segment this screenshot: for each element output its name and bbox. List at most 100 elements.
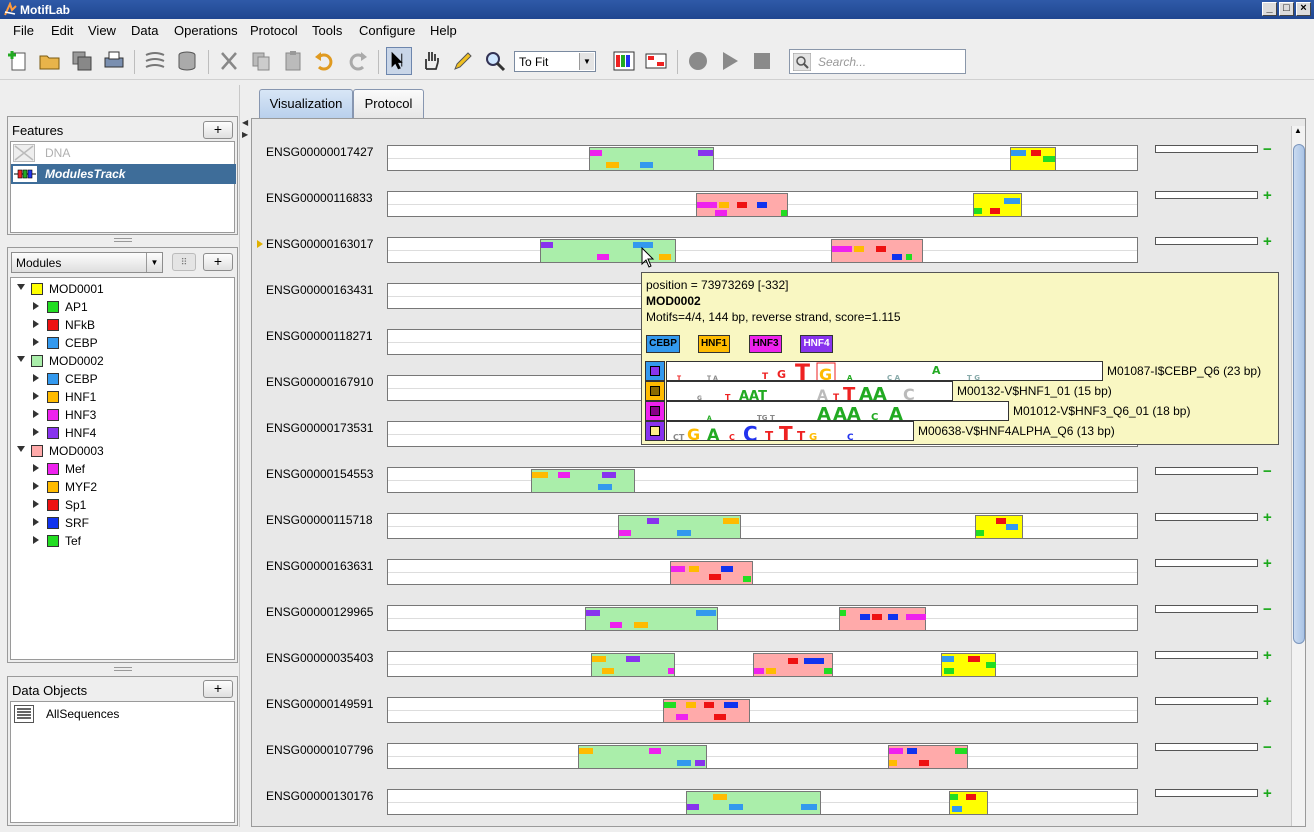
sequence-icon[interactable]	[143, 49, 167, 73]
strand-sign[interactable]: +	[1263, 648, 1272, 663]
tree-node-mef[interactable]: Mef	[33, 460, 223, 478]
collapsed-arrow-icon[interactable]	[33, 320, 39, 328]
expand-right-icon[interactable]: ▶	[242, 130, 248, 139]
sequence-name[interactable]: ENSG00000163017	[266, 237, 373, 251]
play-icon[interactable]	[718, 49, 742, 73]
open-folder-icon[interactable]	[38, 49, 62, 73]
menu-edit[interactable]: Edit	[51, 23, 73, 38]
collapsed-arrow-icon[interactable]	[33, 464, 39, 472]
maximize-button[interactable]: □	[1279, 2, 1294, 16]
stop-icon[interactable]	[750, 49, 774, 73]
zoom-select[interactable]: To Fit ▼	[514, 51, 596, 72]
module-region[interactable]	[753, 653, 833, 677]
module-region[interactable]	[591, 653, 675, 677]
sequence-track[interactable]	[387, 789, 1138, 815]
module-region[interactable]	[618, 515, 741, 539]
sequence-track[interactable]	[387, 605, 1138, 631]
close-button[interactable]: ×	[1296, 2, 1311, 16]
collapsed-arrow-icon[interactable]	[33, 392, 39, 400]
strand-sign[interactable]: +	[1263, 510, 1272, 525]
menu-data[interactable]: Data	[131, 23, 158, 38]
sequence-track[interactable]	[387, 467, 1138, 493]
tab-protocol[interactable]: Protocol	[353, 89, 424, 118]
feature-item-modulestrack[interactable]: ModulesTrack	[11, 164, 236, 184]
tree-node-cebp[interactable]: CEBP	[33, 370, 223, 388]
tree-node-mod0001[interactable]: MOD0001	[17, 280, 227, 298]
menu-protocol[interactable]: Protocol	[250, 23, 298, 38]
sequence-track[interactable]	[387, 743, 1138, 769]
menu-help[interactable]: Help	[430, 23, 457, 38]
track-score-bar[interactable]	[1155, 237, 1258, 245]
tree-view-toggle-icon[interactable]: ⠿	[172, 253, 196, 271]
track-score-bar[interactable]	[1155, 467, 1258, 475]
collapsed-arrow-icon[interactable]	[33, 428, 39, 436]
split-divider[interactable]	[239, 85, 243, 827]
track-score-bar[interactable]	[1155, 513, 1258, 521]
collapsed-arrow-icon[interactable]	[33, 374, 39, 382]
region-layout-icon[interactable]	[644, 49, 668, 73]
sequence-track[interactable]	[387, 697, 1138, 723]
print-icon[interactable]	[102, 49, 126, 73]
track-score-bar[interactable]	[1155, 651, 1258, 659]
collapse-left-icon[interactable]: ◀	[242, 118, 248, 127]
collapsed-arrow-icon[interactable]	[33, 500, 39, 508]
sequence-track[interactable]	[387, 513, 1138, 539]
sequence-name[interactable]: ENSG00000163431	[266, 283, 373, 297]
module-region[interactable]	[578, 745, 707, 769]
tree-node-nfkb[interactable]: NFkB	[33, 316, 223, 334]
strand-sign[interactable]: −	[1263, 142, 1272, 157]
collapsed-arrow-icon[interactable]	[33, 482, 39, 490]
collapsed-arrow-icon[interactable]	[33, 518, 39, 526]
module-region[interactable]	[589, 147, 714, 171]
menu-configure[interactable]: Configure	[359, 23, 415, 38]
module-region[interactable]	[839, 607, 926, 631]
module-region[interactable]	[663, 699, 750, 723]
chevron-down-icon[interactable]: ▼	[579, 53, 594, 70]
new-icon[interactable]	[6, 49, 30, 73]
track-score-bar[interactable]	[1155, 605, 1258, 613]
track-score-bar[interactable]	[1155, 743, 1258, 751]
save-all-icon[interactable]	[70, 49, 94, 73]
data-object-item[interactable]: AllSequences	[12, 704, 232, 724]
pan-hand-icon[interactable]	[419, 49, 443, 73]
strand-sign[interactable]: +	[1263, 786, 1272, 801]
track-score-bar[interactable]	[1155, 559, 1258, 567]
tree-node-mod0002[interactable]: MOD0002	[17, 352, 227, 370]
add-feature-button[interactable]: +	[203, 121, 233, 139]
module-region[interactable]	[686, 791, 821, 815]
tree-node-cebp[interactable]: CEBP	[33, 334, 223, 352]
expanded-arrow-icon[interactable]	[17, 446, 25, 452]
tree-node-srf[interactable]: SRF	[33, 514, 223, 532]
module-region[interactable]	[585, 607, 718, 631]
redo-icon[interactable]	[345, 49, 369, 73]
collapsed-arrow-icon[interactable]	[33, 302, 39, 310]
sequence-name[interactable]: ENSG00000163631	[266, 559, 373, 573]
sequence-name[interactable]: ENSG00000129965	[266, 605, 373, 619]
tree-node-hnf1[interactable]: HNF1	[33, 388, 223, 406]
sequence-name[interactable]: ENSG00000118271	[266, 329, 373, 343]
tab-visualization[interactable]: Visualization	[259, 89, 353, 118]
module-region[interactable]	[888, 745, 968, 769]
sequence-track[interactable]	[387, 651, 1138, 677]
expanded-arrow-icon[interactable]	[17, 356, 25, 362]
scrollbar-thumb[interactable]	[1293, 144, 1305, 644]
menu-operations[interactable]: Operations	[174, 23, 238, 38]
tree-node-hnf3[interactable]: HNF3	[33, 406, 223, 424]
track-score-bar[interactable]	[1155, 697, 1258, 705]
paste-icon[interactable]	[281, 49, 305, 73]
sequence-name[interactable]: ENSG00000149591	[266, 697, 373, 711]
track-score-bar[interactable]	[1155, 191, 1258, 199]
sequence-name[interactable]: ENSG00000035403	[266, 651, 373, 665]
collapsed-arrow-icon[interactable]	[33, 338, 39, 346]
draw-pencil-icon[interactable]	[451, 49, 475, 73]
tree-node-hnf4[interactable]: HNF4	[33, 424, 223, 442]
scroll-up-icon[interactable]: ▲	[1294, 126, 1302, 135]
tree-node-sp1[interactable]: Sp1	[33, 496, 223, 514]
sequence-name[interactable]: ENSG00000154553	[266, 467, 373, 481]
sequence-name[interactable]: ENSG00000130176	[266, 789, 373, 803]
module-region[interactable]	[941, 653, 996, 677]
strand-sign[interactable]: −	[1263, 740, 1272, 755]
sequence-name[interactable]: ENSG00000115718	[266, 513, 373, 527]
strand-sign[interactable]: +	[1263, 694, 1272, 709]
sequence-name[interactable]: ENSG00000116833	[266, 191, 373, 205]
